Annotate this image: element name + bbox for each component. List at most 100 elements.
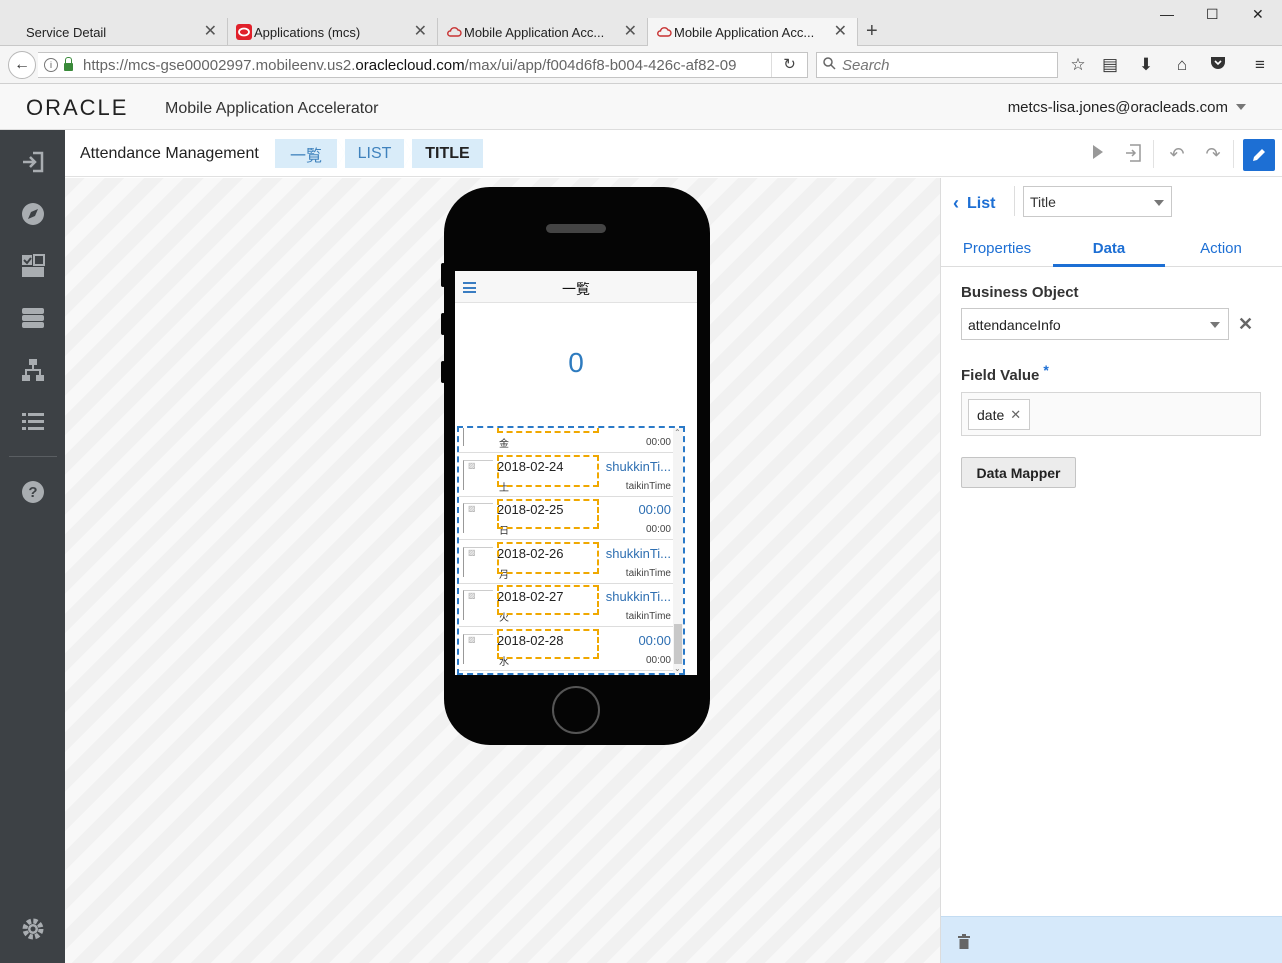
pocket-icon[interactable] [1207,55,1229,75]
menu-icon[interactable]: ≡ [1249,55,1271,75]
edit-pencil-button[interactable] [1243,139,1275,171]
list-view[interactable]: ▨2018-02-23金00:0000:00▨2018-02-24土shukki… [457,426,685,675]
browser-search-bar[interactable] [816,52,1058,78]
rail-divider [9,456,57,457]
list-item[interactable]: ▨2018-02-23金00:0000:00 [459,428,683,453]
chevron-down-icon [1210,322,1220,328]
scrollbar[interactable]: ⌃ ⌄ [673,428,683,673]
close-icon[interactable]: ✕ [834,24,847,40]
help-icon[interactable]: ? [20,479,46,505]
browser-tab-maa-active[interactable]: Mobile Application Acc... ✕ [648,18,858,47]
tab-label: Applications (mcs) [254,24,361,40]
download-icon[interactable]: ⬇ [1135,55,1157,75]
list-item-time-in: 00:00 [638,502,671,517]
field-value-input[interactable]: date ✕ [961,392,1261,436]
trash-icon[interactable] [957,934,971,949]
remove-chip-icon[interactable]: ✕ [1010,407,1021,423]
minimize-icon[interactable]: — [1160,6,1174,22]
data-mapper-button[interactable]: Data Mapper [961,457,1076,488]
scroll-down-icon[interactable]: ⌄ [674,664,681,673]
list-item-time-in: 00:00 [638,633,671,648]
counter-value[interactable]: 0 [455,347,697,379]
breadcrumb-page[interactable]: 一覧 [275,139,337,168]
tab-data[interactable]: Data [1053,230,1165,267]
browser-tab-applications[interactable]: Applications (mcs) ✕ [228,18,438,46]
maximize-icon[interactable]: ☐ [1206,6,1219,23]
tab-properties[interactable]: Properties [941,230,1053,267]
list-item[interactable]: ▨ 2018-02-25 日 00:00 00:00 [459,497,683,540]
scroll-thumb[interactable] [674,624,682,664]
chevron-down-icon[interactable] [1236,104,1246,110]
oracle-logo: ORACLE [26,95,129,120]
compass-icon[interactable] [20,201,46,227]
field-value-chip-label: date [977,406,1005,423]
close-icon[interactable]: ✕ [624,24,637,40]
title-field-selection[interactable] [497,629,599,659]
title-field-selection[interactable] [497,499,599,529]
search-input[interactable] [842,56,1042,74]
breadcrumb-list[interactable]: LIST [345,139,404,168]
panel-separator [1014,186,1015,216]
list-item[interactable]: ▨ 2018-02-27 火 shukkinTi... taikinTime [459,584,683,627]
toolbar-separator [1233,140,1234,168]
image-placeholder-icon: ▨ [463,547,493,577]
field-value-chip[interactable]: date ✕ [968,399,1031,430]
window-close-icon[interactable]: ✕ [1252,6,1264,23]
list-item-time-in: shukkinTi... [605,589,671,604]
list-icon[interactable] [20,409,46,435]
sitemap-icon[interactable] [20,357,46,383]
property-panel: ‹ List Title Properties Data Action Busi… [940,178,1282,963]
back-arrow-icon[interactable]: ← [8,51,36,79]
breadcrumb-app-name[interactable]: Attendance Management [80,145,259,163]
scroll-up-icon[interactable]: ⌃ [674,428,681,437]
browser-tab-bar: Service Detail ✕ Applications (mcs) ✕ Mo… [0,0,1282,47]
screen-title[interactable]: 一覧 [455,279,697,299]
export-icon[interactable] [1122,144,1144,167]
home-icon[interactable]: ⌂ [1171,55,1193,75]
cloud-icon [656,24,672,40]
gear-icon[interactable] [20,916,46,942]
url-bar[interactable]: i https://mcs-gse00002997.mobileenv.us2.… [38,52,808,78]
info-icon[interactable]: i [44,58,58,72]
url-text: https://mcs-gse00002997.mobileenv.us2.or… [83,57,736,74]
component-select[interactable]: Title [1023,186,1172,217]
list-item[interactable]: ▨ 2018-02-26 月 shukkinTi... taikinTime [459,541,683,584]
reload-icon[interactable]: ↻ [771,53,807,77]
clear-icon[interactable]: ✕ [1238,314,1253,335]
checklist-icon[interactable] [20,253,46,279]
tab-action[interactable]: Action [1165,230,1277,267]
redo-icon[interactable]: ↷ [1202,144,1224,165]
play-icon[interactable] [1087,144,1109,165]
reading-list-icon[interactable]: ▤ [1099,55,1121,75]
title-field-selection[interactable] [497,585,599,615]
browser-tab-maa-1[interactable]: Mobile Application Acc... ✕ [438,18,648,46]
new-tab-icon[interactable]: + [866,20,878,43]
breadcrumb-title[interactable]: TITLE [412,139,483,168]
list-item[interactable]: ▨ 2018-02-28 水 00:00 00:00 [459,628,683,671]
title-field-selection[interactable] [497,455,599,487]
phone-button [441,263,445,287]
list-item[interactable]: ▨ 2018-02-24 土 shukkinTi... taikinTime [459,454,683,497]
list-item-time-out: 00:00 [645,437,671,448]
user-menu[interactable]: metcs-lisa.jones@oracleads.com [1008,99,1228,116]
sign-in-icon[interactable] [20,149,46,175]
home-button [552,686,600,734]
bookmark-star-icon[interactable]: ☆ [1067,55,1089,75]
list-item-time-out: taikinTime [625,611,671,622]
close-icon[interactable]: ✕ [204,24,217,40]
component-select-value: Title [1030,194,1056,210]
database-icon[interactable] [20,305,46,331]
browser-tab-service-detail[interactable]: Service Detail ✕ [0,18,228,46]
search-icon [823,57,836,73]
title-field-selection[interactable] [497,428,599,433]
field-value-label-text: Field Value [961,367,1040,384]
title-field-selection[interactable] [497,542,599,574]
business-object-select[interactable]: attendanceInfo [961,308,1229,340]
undo-icon[interactable]: ↶ [1166,144,1188,165]
tab-label: Mobile Application Acc... [674,24,815,40]
phone-button [441,361,445,383]
close-icon[interactable]: ✕ [414,24,427,40]
image-placeholder-icon: ▨ [463,634,493,664]
image-placeholder-icon: ▨ [463,503,493,533]
back-to-list-button[interactable]: ‹ List [953,193,995,214]
